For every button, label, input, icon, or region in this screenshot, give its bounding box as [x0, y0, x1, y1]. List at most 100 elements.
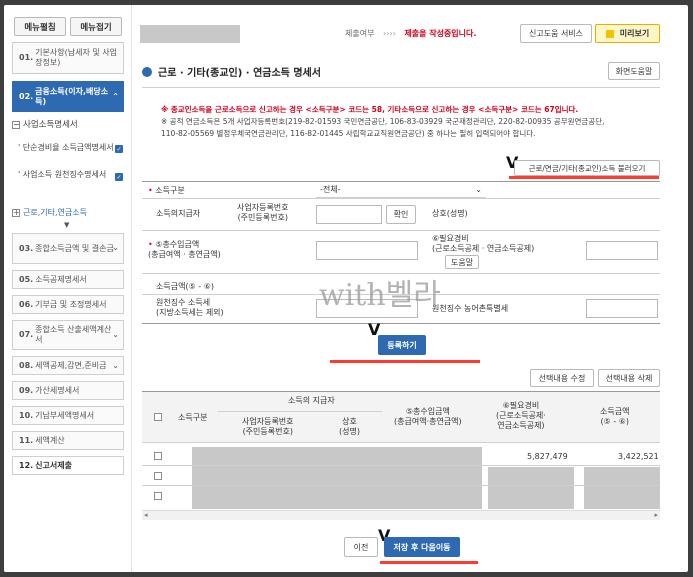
redacted-table-data: [584, 467, 660, 509]
item-number: 11.: [19, 435, 34, 445]
sidebar-item-label: 가산세명세서: [35, 385, 80, 395]
horizontal-scrollbar[interactable]: ◂ ▸: [142, 510, 660, 520]
register-button[interactable]: 등록하기: [378, 335, 426, 355]
load-income-button[interactable]: 근로/연금/기타(종교인)소득 불러오기: [514, 160, 660, 176]
sidebar-item-deduction[interactable]: 05. 소득공제명세서: [12, 270, 124, 289]
item-number: 03.: [19, 243, 34, 253]
sidebar-item-submit[interactable]: 12. 신고서제출: [12, 456, 124, 475]
sub-item-labor-other-pension[interactable]: + 근로,기타,연금소득: [12, 208, 124, 218]
income-type-select[interactable]: -전체- ⌄: [316, 181, 486, 198]
total-income-input[interactable]: [316, 241, 418, 260]
item-number: 09.: [19, 385, 34, 395]
screen-help-button[interactable]: 화면도움말: [608, 62, 660, 80]
biz-no-input[interactable]: [316, 205, 382, 224]
label-text: 소득구분: [155, 186, 185, 195]
preview-button[interactable]: 미리보기: [595, 24, 660, 43]
income-type-label: • 소득구분: [148, 186, 185, 195]
th-trade-name: 상호 (성명): [339, 417, 360, 436]
sub-item-label: 근로,기타,연금소득: [23, 208, 87, 217]
sidebar-item-tax-compute[interactable]: 11. 세액계산: [12, 431, 124, 450]
row-checkbox[interactable]: [154, 472, 162, 480]
necessary-expense-input[interactable]: [586, 241, 658, 260]
notice-pension-line1: ※ 공적 연금소득은 5개 사업자등록번호(219-82-01593 국민연금공…: [161, 117, 605, 126]
necessary-expense-label: ⑥필요경비 (근로소득공제 · 연금소득공제): [432, 234, 535, 253]
sidebar-item-penalty[interactable]: 09. 가산세명세서: [12, 381, 124, 400]
chevron-down-icon: ⌄: [112, 243, 119, 252]
sidebar-item-label: 종합소득 산출세액계산서: [35, 325, 112, 344]
scroll-right-icon[interactable]: ▸: [654, 511, 658, 519]
row-checkbox[interactable]: [154, 492, 162, 500]
th-payer: 소득의 지급자: [288, 396, 335, 405]
taxpayer-name-redacted: [140, 25, 240, 43]
row-checkbox[interactable]: [154, 452, 162, 460]
sub-item-simple-expense[interactable]: ' 단순경비율 소득금액명세서: [18, 143, 118, 153]
sidebar-item-label: 기부금 및 조정명세서: [35, 299, 107, 309]
delete-selected-button[interactable]: 선택내용 삭제: [598, 369, 660, 387]
menu-expand-button[interactable]: 메뉴펼침: [14, 17, 66, 36]
chevron-up-icon: ⌃: [112, 92, 119, 101]
sidebar-item-label: 세액계산: [35, 435, 65, 445]
save-next-button[interactable]: 저장 후 다음이동: [384, 537, 460, 557]
item-number: 02.: [19, 91, 34, 101]
sidebar-item-label: 종합소득금액 및 결손금: [35, 243, 114, 253]
rural-tax-input[interactable]: [586, 299, 658, 318]
th-biz-no: 사업자등록번호 (주민등록번호): [242, 417, 294, 436]
edit-selected-button[interactable]: 선택내용 수정: [530, 369, 594, 387]
select-value: -전체-: [320, 184, 341, 194]
submit-status-label: 제출여부 ›››› 제출을 작성중입니다.: [345, 28, 476, 39]
chevron-down-icon: ⌄: [475, 184, 482, 194]
th-necessary-expense: ⑥필요경비 (근로소득공제· 연금소득공제): [496, 401, 546, 430]
prev-button[interactable]: 이전: [344, 537, 378, 557]
section-label: 사업소득명세서: [23, 120, 78, 130]
form-bottom-border: [142, 323, 660, 324]
sidebar-item-label: 금융소득(이자,배당소득): [35, 86, 109, 106]
sidebar-item-basic[interactable]: 01. 기본사항(납세자 및 사업장정보): [12, 42, 124, 74]
item-number: 06.: [19, 299, 34, 309]
chevron-down-icon: ⌄: [112, 361, 119, 370]
item-number: 05.: [19, 274, 34, 284]
th-income-amount: 소득금액 (⑤ - ⑥): [600, 407, 630, 426]
scroll-left-icon[interactable]: ◂: [144, 511, 148, 519]
status-text: 제출여부: [345, 29, 375, 38]
divider: [218, 411, 382, 412]
divider: [142, 230, 660, 231]
redacted-table-data: [488, 467, 574, 509]
writing-notice: 제출을 작성중입니다.: [404, 29, 477, 38]
rural-tax-label: 원천징수 농어촌특별세: [432, 304, 509, 313]
sidebar-item-label: 기납부세액명세서: [35, 410, 95, 420]
withholding-label: 원천징수 소득세 (지방소득세는 제외): [156, 298, 224, 317]
section-business-income[interactable]: − 사업소득명세서: [12, 120, 124, 130]
sub-item-withholding[interactable]: ' 사업소득 원천징수명세서: [18, 170, 118, 180]
menu-collapse-button[interactable]: 메뉴접기: [70, 17, 122, 36]
divider: [142, 198, 660, 199]
page-title-text: 근로 · 기타(종교인) · 연금소득 명세서: [158, 68, 321, 79]
sidebar-item-donation[interactable]: 06. 기부금 및 조정명세서: [12, 295, 124, 314]
sidebar-item-financial[interactable]: 02. 금융소득(이자,배당소득) ⌃: [12, 81, 124, 112]
help-button[interactable]: 도움말: [445, 255, 479, 269]
bullet-icon: [142, 66, 152, 77]
item-number: 12.: [19, 460, 34, 470]
highlight-underline: [330, 360, 480, 363]
trade-name-label: 상호(성명): [432, 209, 468, 218]
cell-necessary-expense: 5,827,479: [527, 452, 568, 461]
watermark: with벨라: [319, 278, 441, 313]
select-all-checkbox[interactable]: [154, 413, 162, 421]
item-number: 10.: [19, 410, 34, 420]
check-icon: ✓: [115, 173, 123, 181]
sidebar-item-label: 기본사항(납세자 및 사업장정보): [35, 48, 117, 67]
check-icon: ✓: [115, 145, 123, 153]
sidebar-item-comprehensive[interactable]: 03. 종합소득금액 및 결손금 ⌄: [12, 233, 124, 264]
sidebar-item-prepaid[interactable]: 10. 기납부세액명세서: [12, 406, 124, 425]
collapse-minus-icon: −: [12, 120, 20, 129]
confirm-button[interactable]: 확인: [386, 205, 416, 224]
notice-pension-line2: 110-82-05569 별정우체국연금관리단, 116-82-01445 사립…: [161, 129, 536, 138]
divider: [142, 87, 660, 88]
help-service-button[interactable]: 신고도움 서비스: [520, 24, 592, 43]
sub-item-label: 단순경비율 소득금액명세서: [22, 143, 114, 152]
sidebar-item-tax-calc[interactable]: 07. 종합소득 산출세액계산서 ⌄: [12, 320, 124, 350]
sidebar-item-label: 소득공제명세서: [35, 274, 87, 284]
sidebar-item-label: 신고서제출: [35, 460, 72, 470]
row-divider: [142, 465, 660, 466]
payer-label: 소득의지급자: [156, 209, 201, 218]
sidebar-item-credit[interactable]: 08. 세액공제,감면,준비금 ⌄: [12, 356, 124, 375]
